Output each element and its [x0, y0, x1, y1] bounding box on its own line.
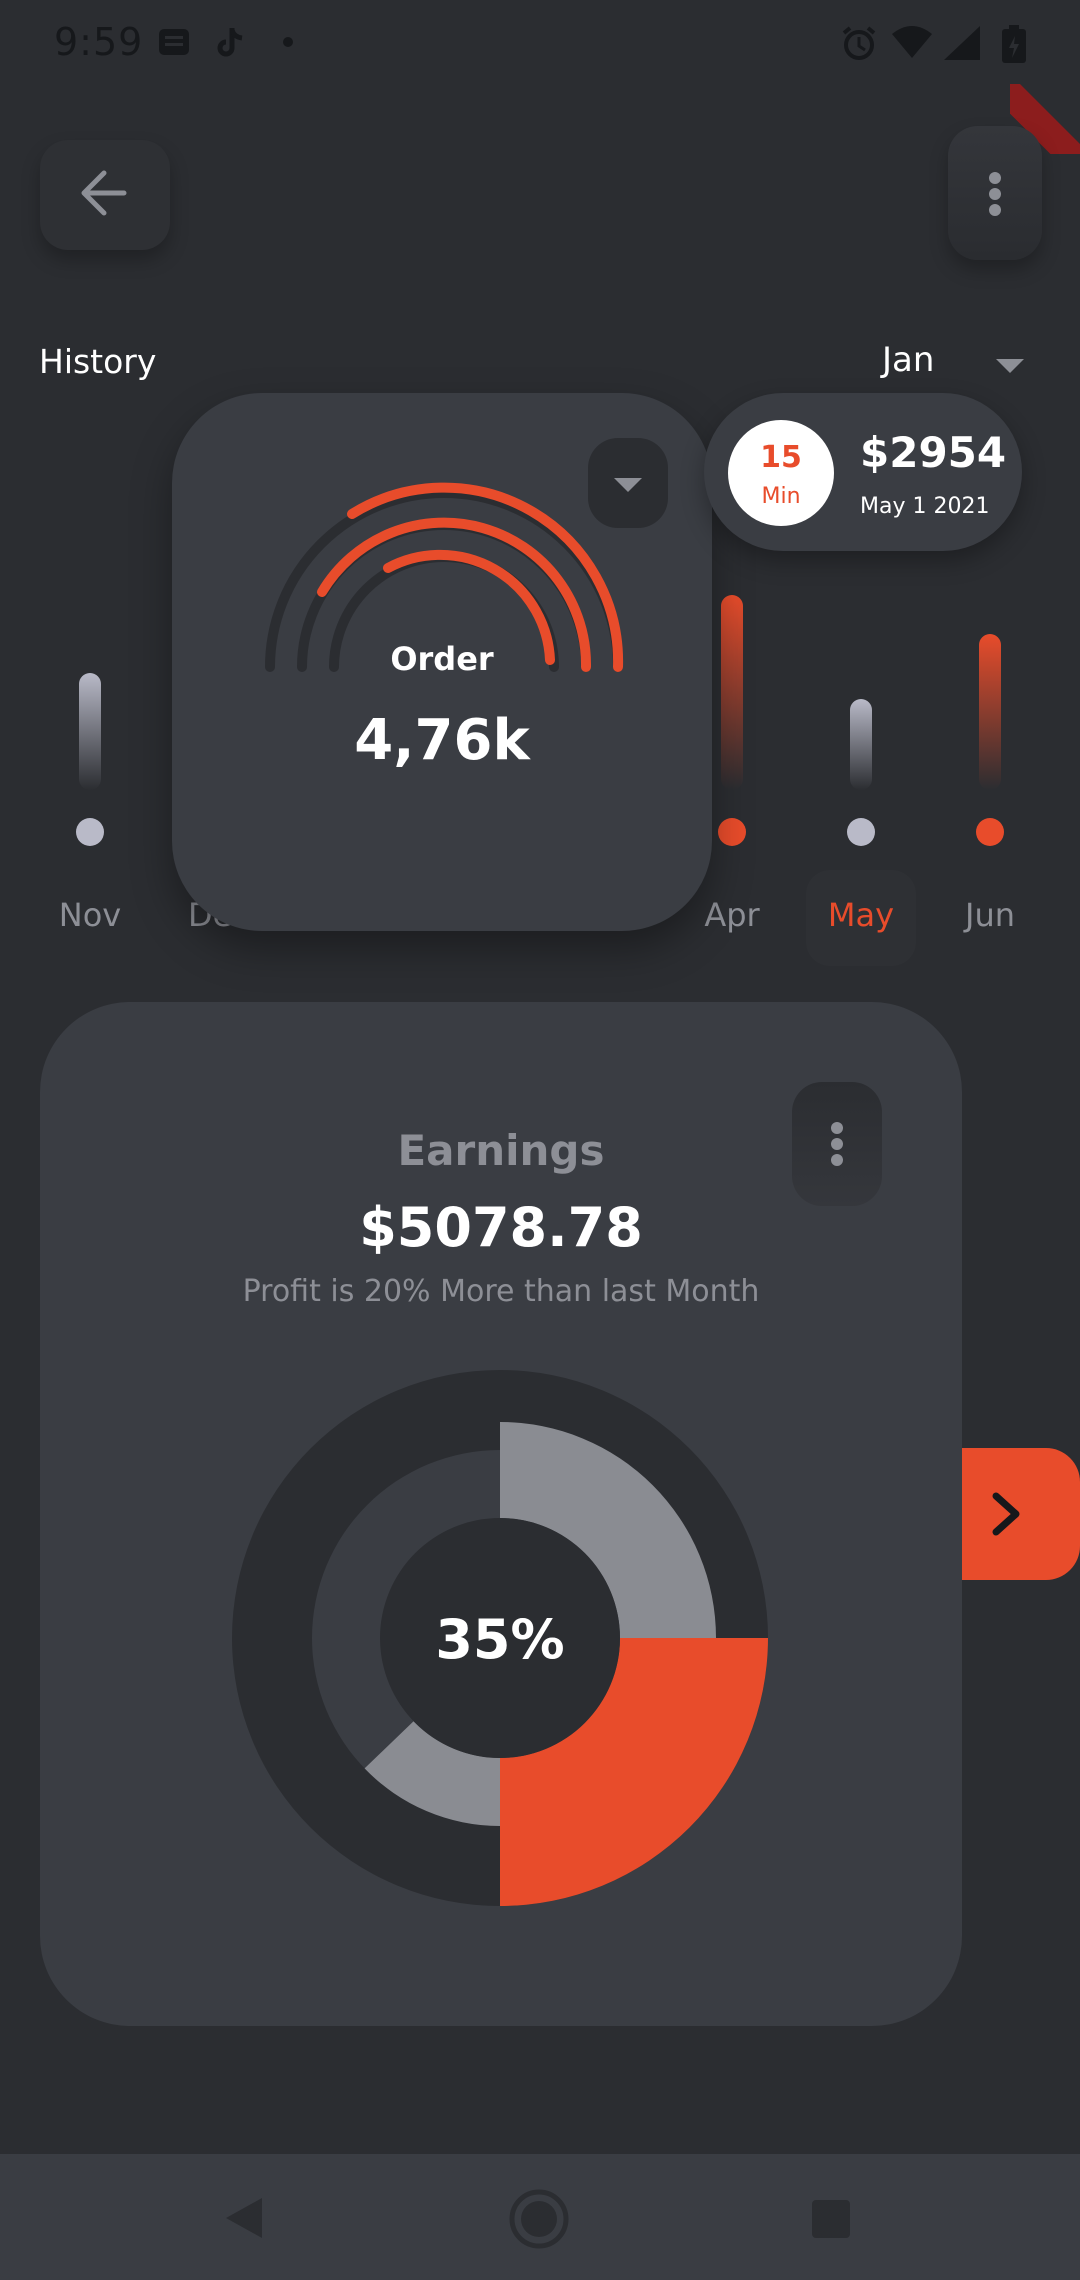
arrow-left-icon: [81, 170, 127, 216]
tiktok-icon: [217, 28, 243, 57]
order-title: Order: [390, 640, 494, 678]
battery-icon: [1002, 25, 1026, 63]
signal-icon: [944, 26, 980, 60]
caret-down-icon: [614, 478, 642, 492]
chevron-right-icon: [992, 1492, 1020, 1536]
history-bar-may: [850, 699, 872, 790]
history-bar-jun: [979, 634, 1001, 790]
chevron-down-icon[interactable]: [994, 356, 1026, 376]
history-dot-jun: [976, 818, 1004, 846]
earnings-title: Earnings: [397, 1126, 605, 1175]
duration-unit: Min: [761, 484, 801, 509]
notes-icon: [159, 29, 189, 55]
order-dropdown-button[interactable]: [588, 438, 668, 528]
month-dropdown[interactable]: Jan: [882, 340, 934, 380]
system-nav-bar: [0, 2154, 1080, 2280]
status-bar: 9:59: [0, 0, 1080, 88]
status-time: 9:59: [54, 20, 144, 64]
history-bar-nov: [79, 673, 101, 790]
earnings-value: $5078.78: [359, 1196, 643, 1259]
order-value: 4,76k: [354, 708, 530, 773]
earnings-subtitle: Profit is 20% More than last Month: [242, 1274, 760, 1309]
app-screen: 9:59 History Jan Nov Apr May Jun Order 4…: [0, 0, 1080, 2280]
wifi-icon: [892, 26, 932, 58]
month-label-may[interactable]: May: [801, 896, 921, 934]
vertical-dots-icon: [989, 172, 1001, 216]
duration-number: 15: [760, 440, 802, 475]
history-title: History: [39, 342, 157, 381]
tooltip-amount: $2954: [860, 428, 1007, 477]
history-bar-apr: [721, 595, 743, 790]
donut-center-label: 35%: [435, 1608, 565, 1671]
next-button[interactable]: [962, 1448, 1080, 1580]
tooltip-date: May 1 2021: [860, 494, 990, 519]
nav-back-icon[interactable]: [220, 2194, 268, 2242]
month-label-nov[interactable]: Nov: [30, 896, 150, 934]
alarm-icon: [842, 26, 876, 60]
nav-home-icon[interactable]: [508, 2188, 570, 2250]
dot-icon: [283, 37, 293, 47]
history-dot-nov: [76, 818, 104, 846]
month-label-jun[interactable]: Jun: [930, 896, 1050, 934]
nav-recents-icon[interactable]: [810, 2198, 852, 2240]
history-dot-apr: [718, 818, 746, 846]
back-button[interactable]: [40, 140, 170, 250]
more-options-button[interactable]: [948, 126, 1042, 260]
history-dot-may: [847, 818, 875, 846]
month-label-apr[interactable]: Apr: [672, 896, 792, 934]
